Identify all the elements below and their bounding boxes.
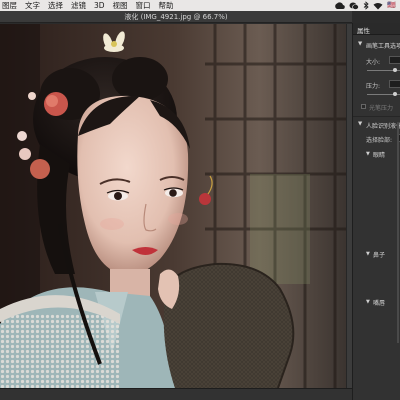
properties-tab-label: 属性 — [357, 27, 370, 35]
bluetooth-icon[interactable] — [363, 0, 369, 11]
document-status-bar — [0, 388, 352, 400]
panel-scrollbar[interactable] — [397, 123, 399, 343]
menu-select[interactable]: 选择 — [44, 0, 67, 11]
stylus-pressure-label: 光笔压力 — [369, 105, 394, 112]
menu-3d[interactable]: 3D — [90, 0, 109, 11]
creative-cloud-icon[interactable] — [334, 0, 346, 11]
menu-filter[interactable]: 滤镜 — [67, 0, 90, 11]
properties-tab[interactable]: 属性 — [353, 23, 400, 35]
menu-type[interactable]: 文字 — [21, 0, 44, 11]
select-face-label: 选择脸部: — [366, 137, 393, 144]
expand-eyes-triangle-icon[interactable]: ▼ — [366, 151, 370, 157]
nose-group-label: 鼻子 — [373, 252, 386, 259]
expand-nose-triangle-icon[interactable]: ▼ — [366, 251, 370, 257]
menu-view[interactable]: 视图 — [109, 0, 132, 11]
eyes-group-label: 眼睛 — [373, 152, 386, 159]
collapse-triangle-icon: ▼ — [358, 41, 363, 47]
portrait-photo — [0, 24, 346, 388]
expand-mouth-triangle-icon[interactable]: ▼ — [366, 299, 370, 305]
brush-tool-options-section[interactable]: ▼ 画笔工具选项 — [353, 39, 400, 50]
size-field[interactable] — [389, 56, 400, 64]
document-title: 液化 (IMG_4921.jpg @ 66.7%) — [124, 13, 228, 21]
pressure-field[interactable] — [389, 80, 400, 88]
input-source-flag-icon[interactable]: 🇺🇸 — [387, 0, 396, 11]
menu-window[interactable]: 窗口 — [132, 0, 155, 11]
stylus-pressure-checkbox[interactable] — [361, 104, 366, 109]
wifi-icon[interactable] — [373, 0, 383, 11]
pressure-label: 压力: — [366, 83, 381, 90]
menu-status-area: 🇺🇸 — [334, 0, 400, 11]
face-aware-liquify-section[interactable]: ▼ 人脸识别液化 — [353, 119, 400, 130]
face-aware-liquify-label: 人脸识别液化 — [366, 123, 400, 130]
properties-panel: 属性 ▼ 画笔工具选项 大小: 压力: 光笔压力 ▼ 人脸识别液化 选择脸部: … — [352, 23, 400, 400]
menu-help[interactable]: 帮助 — [155, 0, 178, 11]
collapse-triangle-icon: ▼ — [358, 121, 363, 127]
menu-layer[interactable]: 图层 — [0, 0, 21, 11]
image-canvas[interactable] — [0, 24, 346, 388]
menu-bar: 图层 文字 选择 滤镜 3D 视图 窗口 帮助 🇺🇸 — [0, 0, 400, 11]
section-divider — [353, 116, 400, 117]
pressure-slider-thumb[interactable] — [393, 92, 397, 96]
size-slider-thumb[interactable] — [393, 68, 397, 72]
mouth-group-label: 嘴唇 — [373, 300, 386, 307]
wechat-icon[interactable] — [349, 0, 360, 11]
brush-tool-options-label: 画笔工具选项 — [366, 43, 400, 50]
document-title-bar: 液化 (IMG_4921.jpg @ 66.7%) — [0, 11, 352, 23]
size-label: 大小: — [366, 59, 381, 66]
